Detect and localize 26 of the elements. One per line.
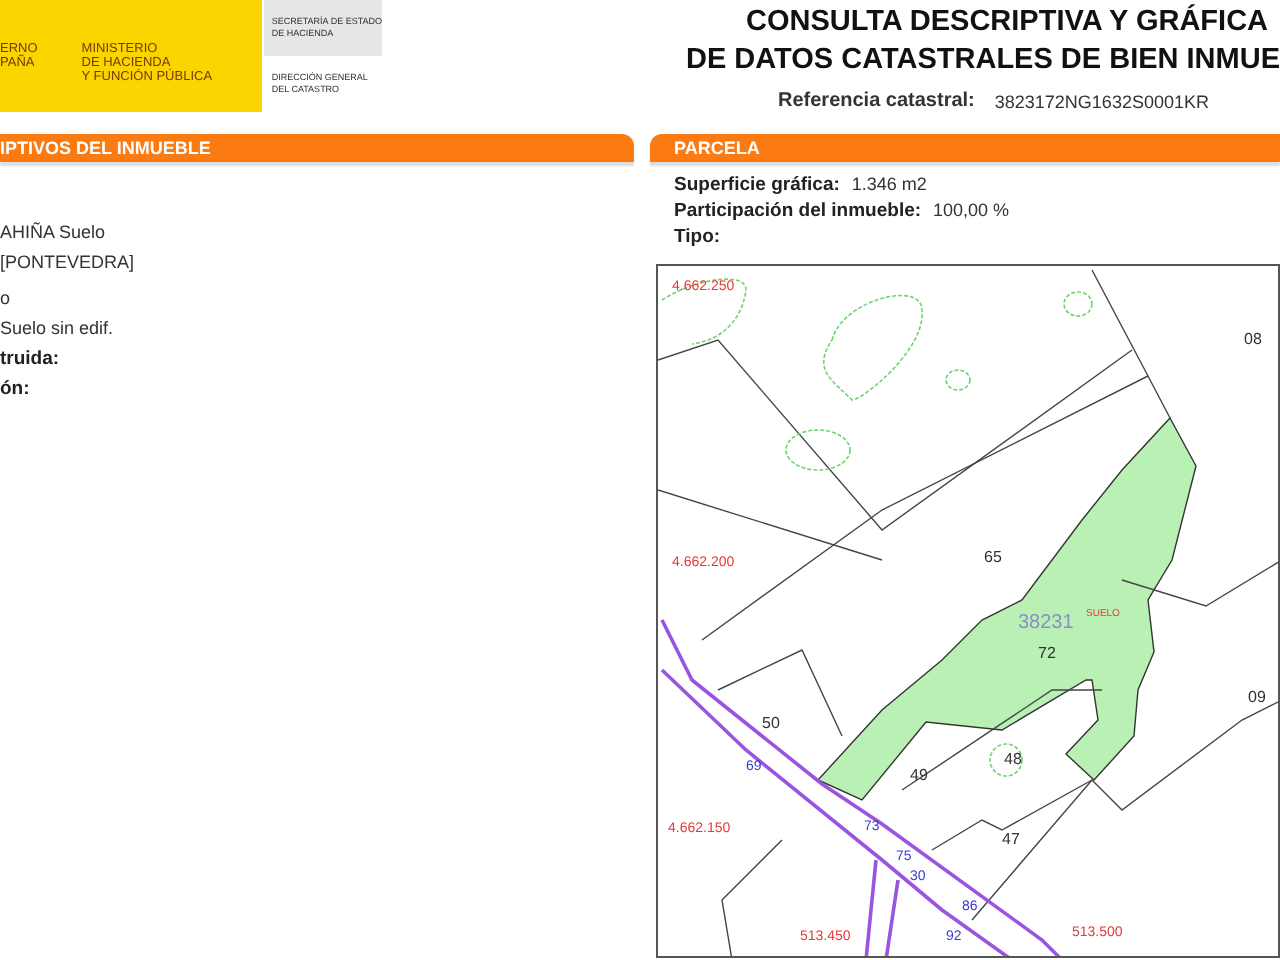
map-label: 09 bbox=[1248, 688, 1266, 706]
map-label: 65 bbox=[984, 548, 1002, 566]
map-label: 08 bbox=[1244, 330, 1262, 348]
map-label: 48 bbox=[1004, 750, 1022, 768]
field-label: Superficie gráfica: bbox=[674, 174, 840, 196]
field-value: [PONTEVEDRA] bbox=[0, 252, 135, 272]
field-label: ón: bbox=[0, 378, 30, 400]
map-label: 38231 bbox=[1018, 612, 1074, 634]
reference-label: Referencia catastral: bbox=[778, 90, 975, 112]
map-label: 49 bbox=[910, 766, 928, 784]
map-label: 72 bbox=[1038, 644, 1056, 662]
field-value: Suelo sin edif. bbox=[0, 318, 114, 338]
map-label: 50 bbox=[762, 714, 780, 732]
section-header: PARCELA bbox=[650, 134, 1280, 162]
field-label: Participación del inmueble: bbox=[674, 200, 922, 222]
field-label: Tipo: bbox=[674, 226, 721, 248]
document-title: DE DATOS CATASTRALES DE BIEN INMUE bbox=[686, 42, 1280, 80]
field-label: truida: bbox=[0, 348, 60, 370]
field-value: AHIÑA Suelo bbox=[0, 222, 106, 242]
field-value: 1.346 m2 bbox=[851, 174, 927, 194]
document-title: CONSULTA DESCRIPTIVA Y GRÁFICA bbox=[746, 4, 1269, 42]
section-header: IPTIVOS DEL INMUEBLE bbox=[0, 134, 634, 162]
map-label: 47 bbox=[1002, 830, 1020, 848]
field-value: o bbox=[0, 288, 11, 308]
field-value: 100,00 % bbox=[933, 200, 1010, 220]
reference-value: 3823172NG1632S0001KR bbox=[994, 90, 1209, 112]
